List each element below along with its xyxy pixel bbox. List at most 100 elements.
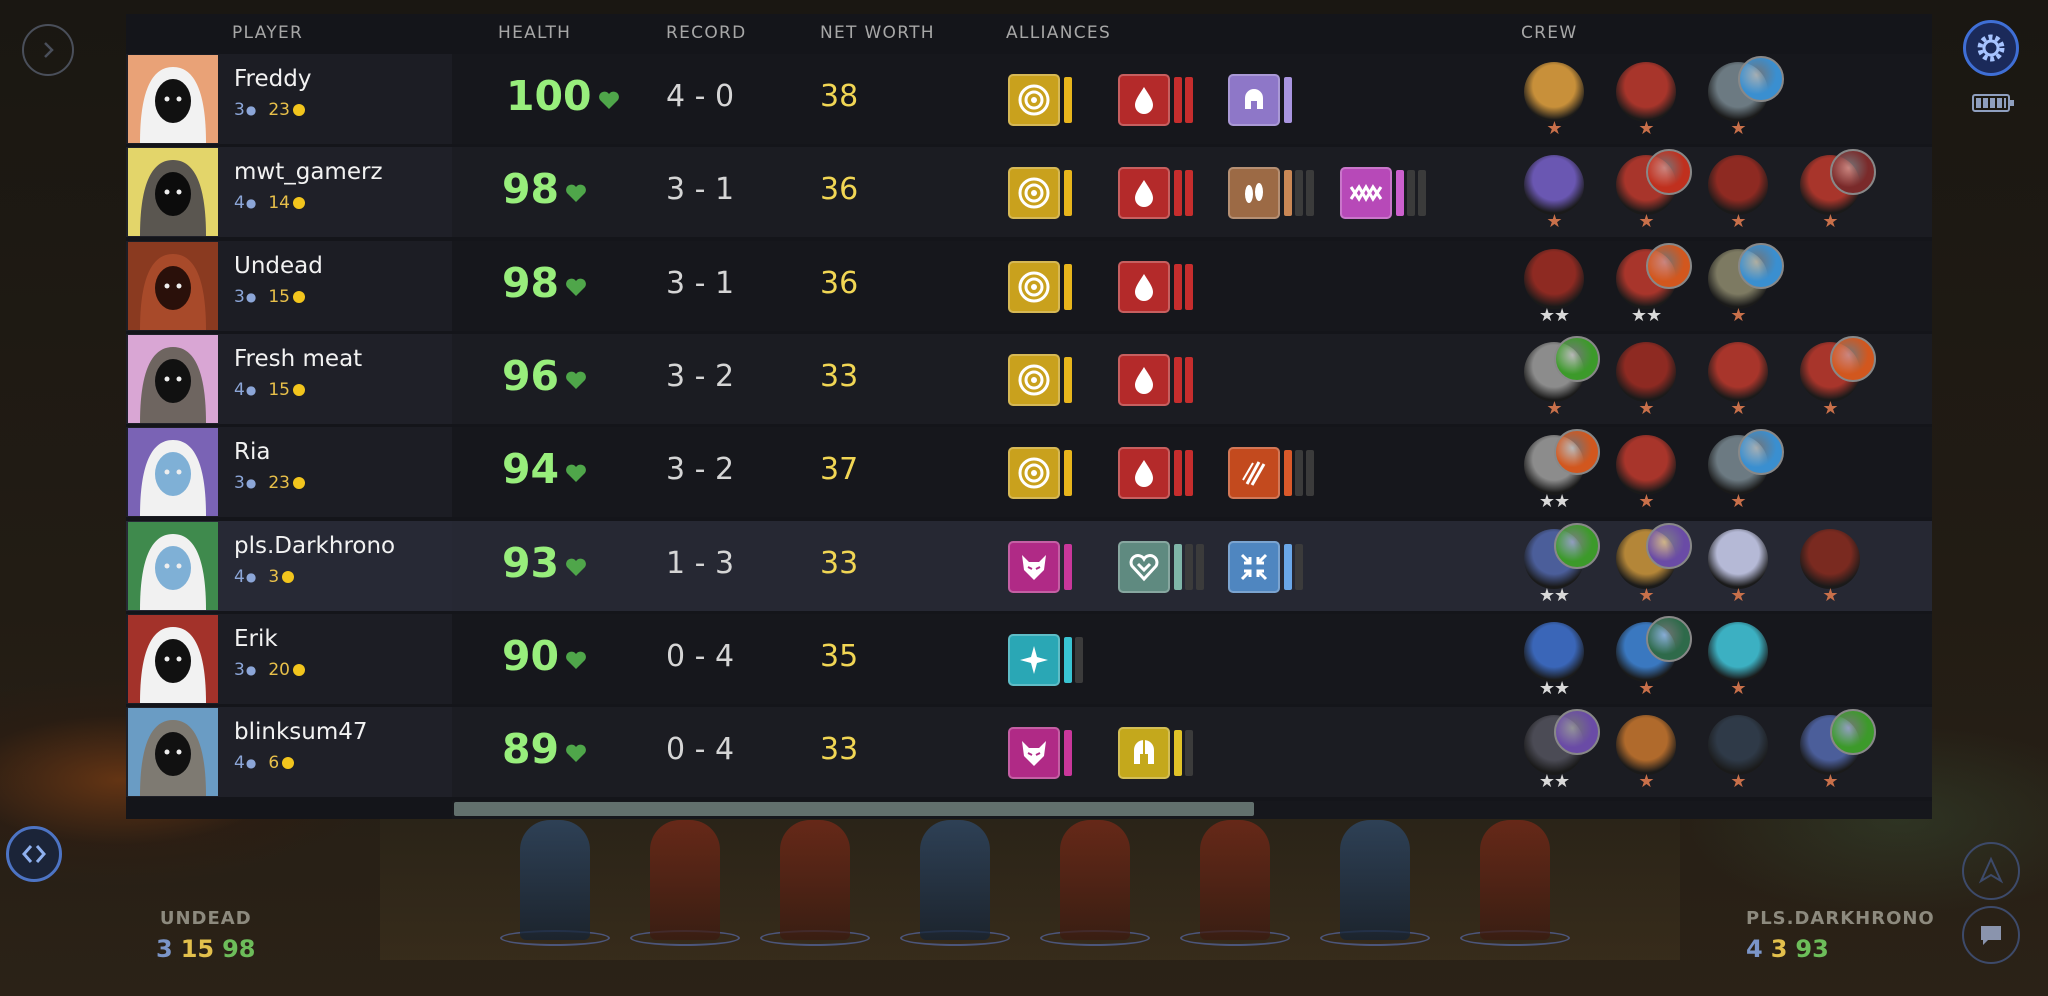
flame-sword-item[interactable] [1554,429,1600,476]
arena-unit[interactable] [1340,820,1410,940]
player-avatar[interactable] [128,428,218,517]
crew-unit[interactable]: ★ [1518,335,1600,424]
player-avatar[interactable] [128,708,218,797]
red-demon-hero[interactable] [1616,435,1676,496]
crew-unit[interactable]: ★ [1794,149,1876,237]
shadow-assassin-hero[interactable] [1708,715,1768,776]
player-name[interactable]: Freddy [234,66,311,92]
green-gauntlet-item[interactable] [1554,335,1600,382]
red-hood-hero[interactable] [1708,155,1768,216]
crew-unit[interactable]: ★ [1702,527,1774,611]
arena-unit[interactable] [1060,820,1130,940]
player-row[interactable]: mwt_gamerz 4 ● 14 98 3 - 1 36 ★ ★ ★ ★ [126,147,1932,238]
alliance-badge[interactable] [1118,447,1193,500]
arena-unit[interactable] [1200,820,1270,940]
player-name[interactable]: Erik [234,626,278,652]
dark-spider-hero[interactable] [1800,528,1860,589]
alliance-badge[interactable] [1228,540,1303,593]
crew-unit[interactable]: ★ [1610,60,1682,144]
player-avatar[interactable] [128,521,218,610]
arena-unit[interactable] [920,820,990,940]
alliance-badge[interactable] [1118,727,1193,780]
alliance-badge[interactable] [1008,540,1072,593]
crew-unit[interactable]: ★ [1702,620,1774,704]
crew-unit[interactable]: ★ [1702,340,1774,424]
player-row[interactable]: Undead 3 ● 15 98 3 - 1 36 ★★ ★★ ★ [126,240,1932,331]
alliance-badge[interactable] [1008,727,1072,780]
flame-sword-item[interactable] [1646,242,1692,289]
bearded-warrior-hero[interactable] [1616,715,1676,776]
fire-orb-item[interactable] [1646,149,1692,196]
alliance-badge[interactable] [1008,633,1083,686]
green-gauntlet-item[interactable] [1830,709,1876,756]
alliance-badge[interactable] [1008,353,1072,406]
crew-unit[interactable]: ★★ [1518,429,1600,517]
crew-unit[interactable]: ★ [1794,335,1876,424]
player-row[interactable]: Fresh meat 4 ● 15 96 3 - 2 33 ★ ★ ★ ★ [126,333,1932,424]
purple-imp-hero[interactable] [1524,155,1584,216]
purple-orb-item[interactable] [1646,522,1692,569]
alliance-badge[interactable] [1118,260,1193,313]
crew-unit[interactable]: ★ [1518,153,1590,237]
alliance-badge[interactable] [1340,167,1426,220]
alliance-badge[interactable] [1118,167,1193,220]
scrollbar-thumb[interactable] [454,802,1254,816]
arena-unit[interactable] [1480,820,1550,940]
green-gauntlet-item[interactable] [1554,522,1600,569]
crew-unit[interactable]: ★ [1610,713,1682,797]
crew-unit[interactable]: ★★ [1518,620,1590,704]
chat-button[interactable] [1962,906,2020,964]
red-hood-hero[interactable] [1616,341,1676,402]
crew-unit[interactable]: ★ [1610,433,1682,517]
alliance-badge[interactable] [1228,447,1314,500]
crew-unit[interactable]: ★ [1610,149,1692,237]
crew-unit[interactable]: ★ [1702,56,1784,144]
swap-view-button[interactable] [6,826,62,882]
player-name[interactable]: mwt_gamerz [234,159,383,185]
crew-unit[interactable]: ★ [1702,713,1774,797]
player-name[interactable]: Undead [234,253,323,279]
crew-unit[interactable]: ★ [1610,522,1692,611]
crew-unit[interactable]: ★★ [1610,242,1692,331]
arena-unit[interactable] [780,820,850,940]
crew-unit[interactable]: ★ [1702,242,1784,331]
red-hood-hero[interactable] [1524,248,1584,309]
player-row[interactable]: Freddy 3 ● 23 100 4 - 0 38 ★ ★ ★ [126,54,1932,144]
crew-unit[interactable]: ★ [1702,153,1774,237]
arena-unit[interactable] [520,820,590,940]
crew-unit[interactable]: ★★ [1518,522,1600,611]
crew-unit[interactable]: ★★ [1518,247,1590,331]
crew-unit[interactable]: ★★ [1518,709,1600,797]
crew-unit[interactable]: ★ [1794,709,1876,797]
player-row[interactable]: pls.Darkhrono 4 ● 3 93 1 - 3 33 ★★ ★ ★ ★ [126,520,1932,611]
skull-item[interactable] [1830,149,1876,196]
player-row[interactable]: blinksum47 4 ● 6 89 0 - 4 33 ★★ ★ ★ ★ [126,707,1932,798]
left-top-round-button[interactable] [22,24,74,76]
map-button[interactable] [1962,842,2020,900]
alliance-badge[interactable] [1008,260,1072,313]
red-demon-hero[interactable] [1616,62,1676,122]
crew-unit[interactable]: ★ [1610,615,1692,704]
frost-mage-hero[interactable] [1708,621,1768,682]
arena-unit[interactable] [650,820,720,940]
blue-tusk-item[interactable] [1738,242,1784,289]
player-name[interactable]: Ria [234,439,270,465]
blue-armor-hero[interactable] [1524,621,1584,682]
alliance-badge[interactable] [1008,167,1072,220]
pale-ghost-hero[interactable] [1708,528,1768,589]
alliance-badge[interactable] [1008,447,1072,500]
player-avatar[interactable] [128,148,218,237]
red-demon-hero[interactable] [1708,341,1768,402]
crew-unit[interactable]: ★ [1794,527,1866,611]
player-row[interactable]: Erik 3 ● 20 90 0 - 4 35 ★★ ★ ★ [126,613,1932,704]
player-avatar[interactable] [128,55,218,143]
player-row[interactable]: Ria 3 ● 23 94 3 - 2 37 ★★ ★ ★ [126,427,1932,518]
green-horn-item[interactable] [1646,615,1692,662]
blue-tusk-item[interactable] [1738,56,1784,102]
player-avatar[interactable] [128,241,218,330]
crew-unit[interactable]: ★ [1518,60,1590,144]
alliance-badge[interactable] [1118,353,1193,406]
crew-unit[interactable]: ★ [1702,429,1784,517]
player-name[interactable]: pls.Darkhrono [234,533,395,559]
alliance-badge[interactable] [1228,74,1292,126]
